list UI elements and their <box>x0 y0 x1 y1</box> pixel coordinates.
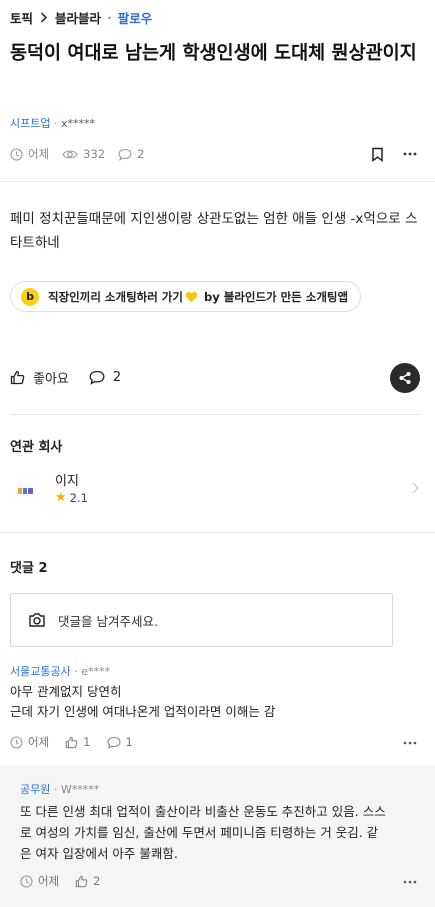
comment-author: 서울교통공사 · e**** <box>10 663 110 679</box>
post-actions: 좋아요 2 <box>10 368 141 387</box>
clock-icon <box>20 874 38 888</box>
eye-icon <box>62 149 83 160</box>
camera-icon <box>28 612 58 628</box>
post-title: 동덕이 여대로 남는게 학생인생에 도대체 뭔상관이지 <box>10 43 417 64</box>
author-company[interactable]: 시프트업 <box>10 115 50 131</box>
bookmark-icon[interactable] <box>371 147 384 162</box>
blind-logo-icon: b <box>21 287 39 306</box>
post-time: 어제 <box>10 146 49 162</box>
separator-dot: · <box>70 664 82 678</box>
divider <box>0 532 435 533</box>
post-meta: 어제 332 2 <box>10 146 157 162</box>
post-author: 시프트업 · x***** <box>10 115 95 131</box>
comment-line: 아무 관계없지 당연히 <box>10 684 122 699</box>
breadcrumb-topic[interactable]: 토픽 <box>10 8 33 27</box>
chevron-right-icon <box>412 482 419 494</box>
like-button[interactable]: 좋아요 <box>10 368 69 387</box>
dating-ad-banner[interactable]: b 직장인끼리 소개팅하러 가기 by 블라인드가 만든 소개팅앱 <box>10 281 362 312</box>
divider <box>10 414 421 415</box>
thumb-up-icon <box>75 875 93 888</box>
speech-bubble-icon <box>118 148 137 161</box>
reply-line: 또 다른 인생 최대 업적이 출산이라 비출산 운동도 추진하고 있음. 스스 <box>20 804 386 819</box>
share-button[interactable] <box>390 363 420 393</box>
reply-company[interactable]: 공무원 <box>20 781 50 797</box>
comments-title: 댓글 2 <box>10 561 48 576</box>
comment-reply-button[interactable]: 1 <box>106 735 133 749</box>
separator-dot: · <box>50 116 61 130</box>
chevron-right-icon <box>40 12 48 23</box>
more-dots-icon[interactable] <box>403 880 417 884</box>
separator-dot: · <box>50 782 61 796</box>
company-logo <box>18 486 34 496</box>
comment-meta: 어제 1 1 <box>10 734 149 750</box>
heart-icon <box>185 291 198 303</box>
speech-bubble-icon <box>89 370 113 385</box>
comment-like-button[interactable]: 1 <box>65 735 91 749</box>
clock-icon <box>10 735 28 749</box>
reply-line: 은 여자 입장에서 아주 불쾌함. <box>20 846 178 861</box>
share-icon <box>398 371 412 385</box>
comment-input[interactable]: 댓글을 남겨주세요. <box>10 593 393 647</box>
reply-author: 공무원 · W***** <box>20 781 99 797</box>
divider <box>0 181 435 182</box>
star-icon: ★ <box>55 490 67 505</box>
comment-time: 어제 <box>10 734 49 750</box>
breadcrumb-board[interactable]: 블라블라 <box>55 8 101 27</box>
comment-line: 근데 자기 인생에 여대나온게 업적이라면 이해는 감 <box>10 704 276 719</box>
comment-button[interactable]: 2 <box>89 370 121 385</box>
follow-button[interactable]: 팔로우 <box>118 8 153 27</box>
comment-placeholder: 댓글을 남겨주세요. <box>58 613 158 629</box>
more-dots-icon[interactable] <box>403 152 417 156</box>
ad-text-by: by 블라인드가 만든 소개팅앱 <box>203 289 349 304</box>
ad-text-main: 직장인끼리 소개팅하러 가기 <box>48 289 183 304</box>
comment-nickname: e**** <box>81 664 111 678</box>
comment-company[interactable]: 서울교통공사 <box>10 663 71 679</box>
breadcrumb: 토픽 블라블라 · 팔로우 <box>10 8 152 27</box>
thumb-up-icon <box>10 370 33 385</box>
post-body: 페미 정치꾼들때문에 지인생이랑 상관도없는 엄한 애들 인생 -x억으로 스타… <box>10 211 418 251</box>
reply-meta: 어제 2 <box>20 873 117 889</box>
post-views: 332 <box>62 147 105 161</box>
thumb-up-icon <box>65 736 83 749</box>
clock-icon <box>10 147 28 161</box>
more-dots-icon[interactable] <box>403 741 417 745</box>
separator-dot: · <box>107 10 112 25</box>
reply-nickname: W***** <box>60 782 100 796</box>
speech-bubble-icon <box>106 736 126 749</box>
company-name: 이지 <box>55 474 79 489</box>
related-company-title: 연관 회사 <box>10 440 63 455</box>
comment-text: 아무 관계없지 당연히 근데 자기 인생에 여대나온게 업적이라면 이해는 감 <box>10 682 420 722</box>
post-comment-count: 2 <box>118 147 144 161</box>
reply-line: 로 여성의 가치를 임신, 출산에 두면서 페미니즘 티령하는 거 웃김. 같 <box>20 825 379 840</box>
reply-text: 또 다른 인생 최대 업적이 출산이라 비출산 운동도 추진하고 있음. 스스 … <box>20 801 425 864</box>
reply-time: 어제 <box>20 873 59 889</box>
reply-like-button[interactable]: 2 <box>75 874 101 888</box>
author-nickname: x***** <box>60 116 95 130</box>
company-rating: ★ 2.1 <box>55 490 88 505</box>
related-company-card[interactable]: 이지 ★ 2.1 <box>10 468 425 512</box>
